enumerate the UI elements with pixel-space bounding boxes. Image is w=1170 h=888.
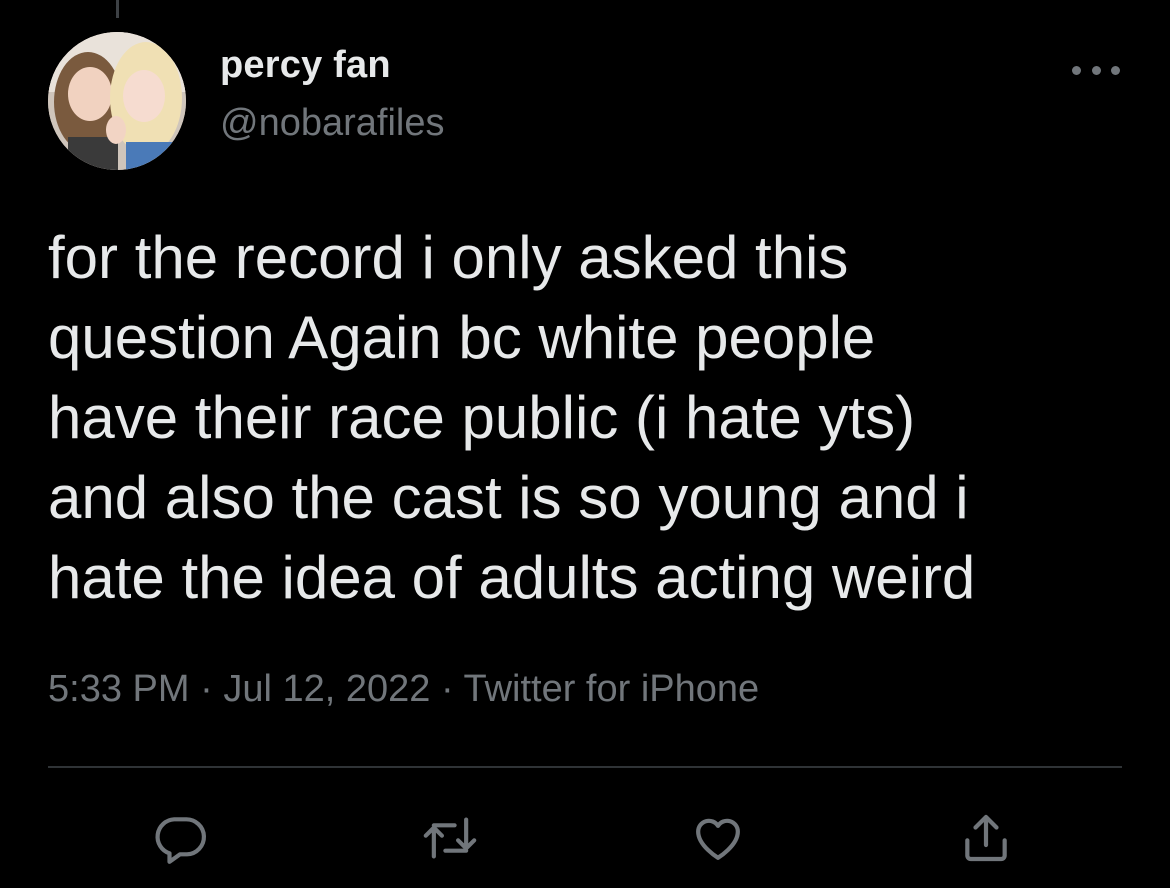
tweet-time[interactable]: 5:33 PM [48, 668, 190, 710]
tweet-line: for the record i only asked this [48, 224, 849, 291]
tweet-line: question Again bc white people [48, 304, 876, 371]
more-horizontal-icon [1091, 65, 1101, 75]
share-icon [965, 814, 1007, 862]
reply-icon [155, 817, 207, 864]
tweet-source[interactable]: Twitter for iPhone [463, 668, 759, 710]
heart-icon [696, 818, 740, 860]
meta-separator: · [440, 668, 454, 710]
tweet-metadata: 5:33 PM · Jul 12, 2022 · Twitter for iPh… [48, 668, 759, 711]
more-horizontal-icon [1072, 65, 1081, 75]
retweet-button[interactable] [420, 808, 480, 868]
tweet-line: and also the cast is so young and i [48, 464, 969, 531]
more-options-button[interactable] [1072, 58, 1120, 82]
avatar-photo [48, 32, 186, 170]
meta-separator: · [200, 668, 213, 710]
tweet-line: have their race public (i hate yts) [48, 384, 916, 451]
retweet-icon [423, 817, 477, 859]
reply-button[interactable] [150, 808, 210, 868]
thread-connector-line [116, 0, 119, 18]
like-button[interactable] [688, 808, 748, 868]
author-handle[interactable]: @nobarafiles [220, 102, 444, 145]
share-button[interactable] [956, 808, 1016, 868]
more-horizontal-icon [1111, 65, 1120, 75]
divider [48, 766, 1122, 768]
avatar[interactable] [48, 32, 186, 170]
tweet-body: for the record i only asked this questio… [48, 218, 1128, 618]
tweet-date[interactable]: Jul 12, 2022 [223, 668, 430, 710]
author-display-name[interactable]: percy fan [220, 44, 391, 87]
tweet-line: hate the idea of adults acting weird [48, 544, 976, 611]
